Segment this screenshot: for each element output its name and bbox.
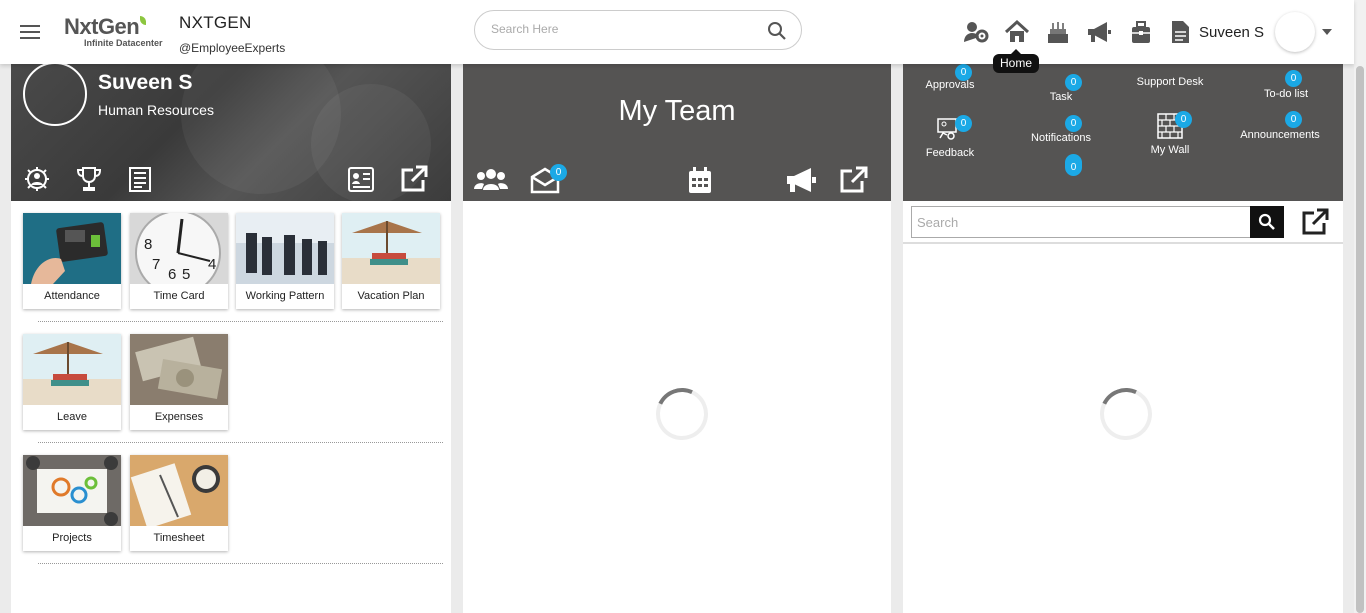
- announcements-badge: 0: [1285, 111, 1302, 128]
- team-banner: My Team 0: [463, 64, 891, 201]
- inbox-badge: 0: [550, 164, 567, 181]
- timesheet-image: [130, 455, 228, 526]
- divider: [38, 321, 443, 322]
- tile-working-pattern[interactable]: Working Pattern: [236, 213, 334, 309]
- tile-label: Leave: [57, 411, 87, 423]
- workspace-panel: Approvals 0 Task 0 Support Desk To-do li…: [903, 64, 1343, 613]
- workspace-search: [911, 206, 1284, 238]
- profile-role: Human Resources: [98, 102, 214, 118]
- org-handle: @EmployeeExperts: [179, 41, 286, 55]
- workspace-search-button[interactable]: [1250, 206, 1284, 238]
- profile-panel: Suveen S Human Resources Attendance 87 56…: [11, 64, 451, 613]
- workspace-search-input[interactable]: [917, 215, 1237, 230]
- team-settings-icon[interactable]: [962, 18, 990, 46]
- calendar-icon[interactable]: [684, 165, 716, 195]
- tile-time-card[interactable]: 87 56 4 Time Card: [130, 213, 228, 309]
- home-icon[interactable]: [1003, 18, 1031, 46]
- briefcase-icon[interactable]: [1127, 18, 1155, 46]
- todo-list-item[interactable]: To-do list: [1255, 88, 1317, 100]
- notifications-badge: 0: [1065, 115, 1082, 132]
- home-tooltip: Home: [993, 49, 1040, 73]
- external-link-icon[interactable]: [1301, 208, 1329, 236]
- my-wall-item[interactable]: My Wall: [1140, 144, 1200, 156]
- tile-label: Timesheet: [153, 532, 205, 544]
- id-card-icon[interactable]: [346, 164, 376, 194]
- document-icon[interactable]: [1166, 18, 1194, 46]
- newspaper-icon[interactable]: [125, 164, 155, 194]
- birthday-cake-icon[interactable]: [1044, 18, 1072, 46]
- logo-tagline: Infinite Datacenter: [84, 38, 163, 48]
- my-team-panel: My Team 0: [463, 64, 891, 613]
- megaphone-icon[interactable]: [785, 165, 817, 195]
- tile-label: Time Card: [153, 290, 205, 302]
- feedback-badge: 0: [955, 115, 972, 132]
- avatar[interactable]: [1275, 12, 1315, 52]
- tile-label: Attendance: [44, 290, 100, 302]
- team-icon[interactable]: [473, 165, 509, 195]
- svg-text:8: 8: [144, 236, 152, 253]
- megaphone-icon[interactable]: [1085, 18, 1113, 46]
- approvals-item[interactable]: Approvals: [919, 79, 981, 91]
- external-link-icon[interactable]: [838, 165, 870, 195]
- divider: [38, 442, 443, 443]
- org-name: NXTGEN: [179, 13, 252, 32]
- top-header: NxtGen Infinite Datacenter NXTGEN @Emplo…: [0, 0, 1354, 64]
- announcements-item[interactable]: Announcements: [1238, 129, 1322, 141]
- unlabeled-badge: 0: [1065, 154, 1082, 176]
- search-icon: [1258, 213, 1275, 230]
- tile-label: Expenses: [154, 411, 204, 423]
- external-link-icon[interactable]: [399, 164, 429, 194]
- todo-list-badge: 0: [1285, 70, 1302, 87]
- task-badge: 0: [1065, 74, 1082, 91]
- notifications-item[interactable]: Notifications: [1024, 132, 1098, 144]
- svg-text:6: 6: [168, 266, 176, 283]
- logo-text: NxtGen: [64, 14, 140, 39]
- vacation-plan-image: [342, 213, 440, 284]
- attendance-image: [23, 213, 121, 284]
- support-desk-item[interactable]: Support Desk: [1134, 76, 1206, 88]
- my-wall-badge: 0: [1175, 111, 1192, 128]
- profile-name: Suveen S: [98, 71, 193, 94]
- profile-banner: Suveen S Human Resources: [11, 64, 451, 201]
- tile-attendance[interactable]: Attendance: [23, 213, 121, 309]
- expenses-image: [130, 334, 228, 405]
- svg-text:5: 5: [182, 266, 190, 283]
- feedback-item[interactable]: Feedback: [919, 147, 981, 159]
- scrollbar-thumb[interactable]: [1356, 66, 1364, 613]
- projects-image: [23, 455, 121, 526]
- tile-timesheet[interactable]: Timesheet: [130, 455, 228, 551]
- profile-avatar[interactable]: [23, 64, 87, 126]
- tile-label: Projects: [52, 532, 92, 544]
- svg-text:7: 7: [152, 256, 160, 273]
- tile-label: Working Pattern: [245, 290, 325, 302]
- header-user-name[interactable]: Suveen S: [1199, 24, 1264, 41]
- approvals-badge: 0: [955, 64, 972, 81]
- task-item[interactable]: Task: [1039, 91, 1083, 103]
- trophy-icon[interactable]: [74, 164, 104, 194]
- leave-image: [23, 334, 121, 405]
- tile-expenses[interactable]: Expenses: [130, 334, 228, 430]
- tile-vacation-plan[interactable]: Vacation Plan: [342, 213, 440, 309]
- time-card-image: 87 56 4: [130, 213, 228, 284]
- tile-projects[interactable]: Projects: [23, 455, 121, 551]
- loading-spinner: [648, 380, 716, 448]
- svg-text:4: 4: [208, 256, 216, 273]
- working-pattern-image: [236, 213, 334, 284]
- search-icon[interactable]: [767, 21, 787, 41]
- chevron-down-icon[interactable]: [1322, 29, 1332, 35]
- team-title: My Team: [618, 95, 736, 127]
- tile-leave[interactable]: Leave: [23, 334, 121, 430]
- global-search-input[interactable]: [491, 22, 751, 36]
- user-settings-icon[interactable]: [22, 164, 52, 194]
- company-logo[interactable]: NxtGen Infinite Datacenter: [64, 14, 163, 49]
- menu-icon[interactable]: [20, 25, 40, 39]
- loading-spinner: [1092, 380, 1160, 448]
- divider: [38, 563, 443, 564]
- global-search: [474, 10, 802, 50]
- workspace-banner: Approvals 0 Task 0 Support Desk To-do li…: [903, 64, 1343, 201]
- page-scrollbar[interactable]: [1354, 0, 1366, 613]
- divider: [903, 242, 1343, 244]
- tile-label: Vacation Plan: [357, 290, 425, 302]
